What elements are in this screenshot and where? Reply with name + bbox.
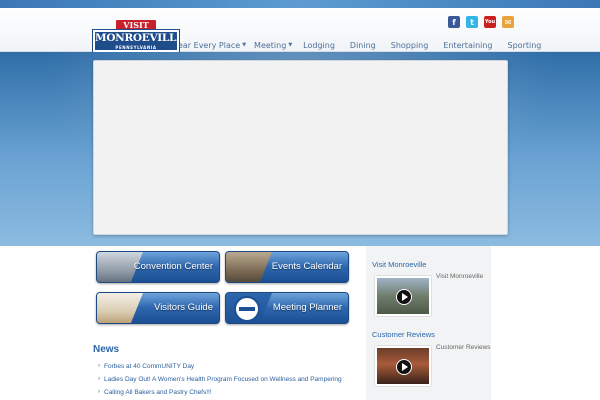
chevron-right-icon: › <box>98 389 100 395</box>
news-link[interactable]: Ladies Day Out! A Women's Health Program… <box>104 375 342 384</box>
sidebar: Visit Monroeville Visit Monroeville Cust… <box>366 246 491 400</box>
feature-label: Convention Center <box>133 261 213 272</box>
seal-icon <box>234 296 260 322</box>
logo-visit-badge: VISIT <box>116 20 156 30</box>
play-icon[interactable] <box>396 289 412 305</box>
nav-item-meeting[interactable]: Meeting ▼ <box>254 41 292 50</box>
events-calendar-thumbnail <box>226 252 272 282</box>
twitter-icon[interactable]: t <box>466 16 478 28</box>
nav-item-shopping[interactable]: Shopping <box>391 41 429 50</box>
chevron-down-icon: ▼ <box>242 42 247 48</box>
visitors-guide-button[interactable]: Visitors Guide <box>96 292 220 324</box>
meeting-planner-thumbnail <box>226 293 272 323</box>
news-item[interactable]: › Forbes at 40 CommUNITY Day <box>98 360 342 373</box>
email-icon[interactable]: ✉ <box>502 16 514 28</box>
nav-item-label: Dining <box>349 40 376 50</box>
nav-item-label: Lodging <box>303 40 335 50</box>
customer-reviews-video[interactable] <box>375 346 431 386</box>
convention-center-button[interactable]: Convention Center <box>96 251 220 283</box>
hero-slideshow[interactable] <box>93 60 508 235</box>
news-heading: News <box>93 344 120 355</box>
meeting-planner-button[interactable]: Meeting Planner <box>225 292 349 324</box>
youtube-icon[interactable]: You <box>484 16 496 28</box>
nav-item-lodging[interactable]: Lodging <box>303 41 335 50</box>
news-link[interactable]: Forbes at 40 CommUNITY Day <box>104 362 194 371</box>
site-header: f t You ✉ Near Every Place ▼ Meeting ▼ L… <box>0 8 600 53</box>
nav-item-sporting[interactable]: Sporting <box>508 41 542 50</box>
feature-label: Meeting Planner <box>272 302 342 313</box>
feature-label: Visitors Guide <box>154 302 213 313</box>
chevron-right-icon: › <box>98 363 100 369</box>
top-strip <box>0 0 600 8</box>
play-icon[interactable] <box>396 359 412 375</box>
main-nav: Near Every Place ▼ Meeting ▼ Lodging Din… <box>172 38 541 52</box>
visit-monroeville-heading[interactable]: Visit Monroeville <box>372 260 426 269</box>
social-links: f t You ✉ <box>448 16 514 28</box>
news-link[interactable]: Calling All Bakers and Pastry Chefs!!! <box>104 388 212 397</box>
news-item[interactable]: › Calling All Bakers and Pastry Chefs!!! <box>98 386 342 399</box>
nav-item-label: Meeting <box>254 40 287 50</box>
customer-reviews-caption[interactable]: Customer Reviews <box>436 344 491 351</box>
visitors-guide-thumbnail <box>97 293 143 323</box>
events-calendar-button[interactable]: Events Calendar <box>225 251 349 283</box>
facebook-icon[interactable]: f <box>448 16 460 28</box>
nav-item-label: Entertaining <box>443 40 493 50</box>
visit-monroeville-caption[interactable]: Visit Monroeville <box>436 273 483 280</box>
site-logo[interactable]: VISIT MONROEVILLE PENNSYLVANIA <box>92 20 184 56</box>
chevron-down-icon: ▼ <box>288 42 293 48</box>
logo-wordmark: MONROEVILLE PENNSYLVANIA <box>92 29 184 53</box>
nav-item-label: Shopping <box>390 40 429 50</box>
logo-state: PENNSYLVANIA <box>115 45 157 50</box>
news-item[interactable]: › Ladies Day Out! A Women's Health Progr… <box>98 373 342 386</box>
hero-banner <box>0 52 600 246</box>
nav-item-dining[interactable]: Dining <box>350 41 376 50</box>
chevron-right-icon: › <box>98 376 100 382</box>
nav-item-label: Sporting <box>507 40 542 50</box>
visit-monroeville-video[interactable] <box>375 276 431 316</box>
feature-label: Events Calendar <box>271 261 342 272</box>
customer-reviews-heading[interactable]: Customer Reviews <box>372 330 435 339</box>
news-list: › Forbes at 40 CommUNITY Day › Ladies Da… <box>98 360 342 399</box>
nav-item-entertaining[interactable]: Entertaining <box>443 41 492 50</box>
logo-name: MONROEVILLE <box>95 32 184 44</box>
